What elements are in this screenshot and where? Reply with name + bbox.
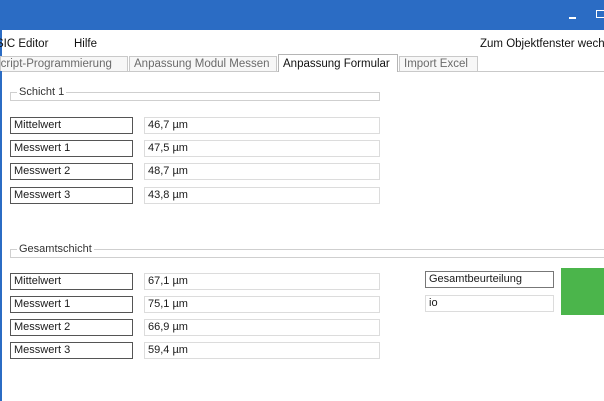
label-messwert-2: Messwert 2 [10, 163, 133, 180]
value-messwert-2[interactable]: 66,9 µm [144, 319, 380, 336]
tab-script-programmierung[interactable]: Script-Programmierung [0, 56, 128, 71]
tab-label: Anpassung Modul Messen [134, 58, 270, 70]
tab-import-excel[interactable]: Import Excel [399, 56, 478, 71]
label-mittelwert: Mittelwert [10, 273, 133, 290]
value-gesamtbeurteilung[interactable]: io [425, 295, 554, 312]
tab-anpassung-formular[interactable]: Anpassung Formular [278, 54, 398, 72]
label-mittelwert: Mittelwert [10, 117, 133, 134]
switch-to-object-window-link[interactable]: Zum Objektfenster wechs [480, 38, 604, 50]
tab-label: Script-Programmierung [0, 58, 112, 70]
label-messwert-2: Messwert 2 [10, 319, 133, 336]
value-messwert-3[interactable]: 43,8 µm [144, 187, 380, 204]
value-mittelwert[interactable]: 67,1 µm [144, 273, 380, 290]
label-gesamtbeurteilung: Gesamtbeurteilung [425, 271, 554, 288]
value-messwert-3[interactable]: 59,4 µm [144, 342, 380, 359]
group-title-schicht-1: Schicht 1 [17, 86, 67, 98]
tab-label: Anpassung Formular [283, 58, 390, 70]
menu-bar: SIC Editor Hilfe Zum Objektfenster wechs [0, 30, 604, 52]
window-left-border [0, 30, 2, 401]
group-gesamtschicht: Gesamtschicht [10, 243, 604, 258]
label-messwert-1: Messwert 1 [10, 296, 133, 313]
value-mittelwert[interactable]: 46,7 µm [144, 117, 380, 134]
tab-label: Import Excel [404, 58, 468, 70]
label-messwert-1: Messwert 1 [10, 140, 133, 157]
label-messwert-3: Messwert 3 [10, 187, 133, 204]
tab-strip: Script-Programmierung Anpassung Modul Me… [0, 54, 604, 72]
menu-help[interactable]: Hilfe [74, 38, 97, 50]
label-messwert-3: Messwert 3 [10, 342, 133, 359]
tab-anpassung-modul-messen[interactable]: Anpassung Modul Messen [129, 56, 277, 71]
minimize-icon[interactable] [569, 17, 576, 19]
group-schicht-1: Schicht 1 [10, 86, 380, 101]
window-titlebar [0, 0, 604, 30]
group-title-gesamtschicht: Gesamtschicht [17, 243, 94, 255]
value-messwert-1[interactable]: 47,5 µm [144, 140, 380, 157]
maximize-icon[interactable] [596, 10, 604, 18]
value-messwert-1[interactable]: 75,1 µm [144, 296, 380, 313]
menu-sic-editor[interactable]: SIC Editor [0, 38, 48, 50]
assessment-status-indicator [561, 268, 604, 315]
value-messwert-2[interactable]: 48,7 µm [144, 163, 380, 180]
